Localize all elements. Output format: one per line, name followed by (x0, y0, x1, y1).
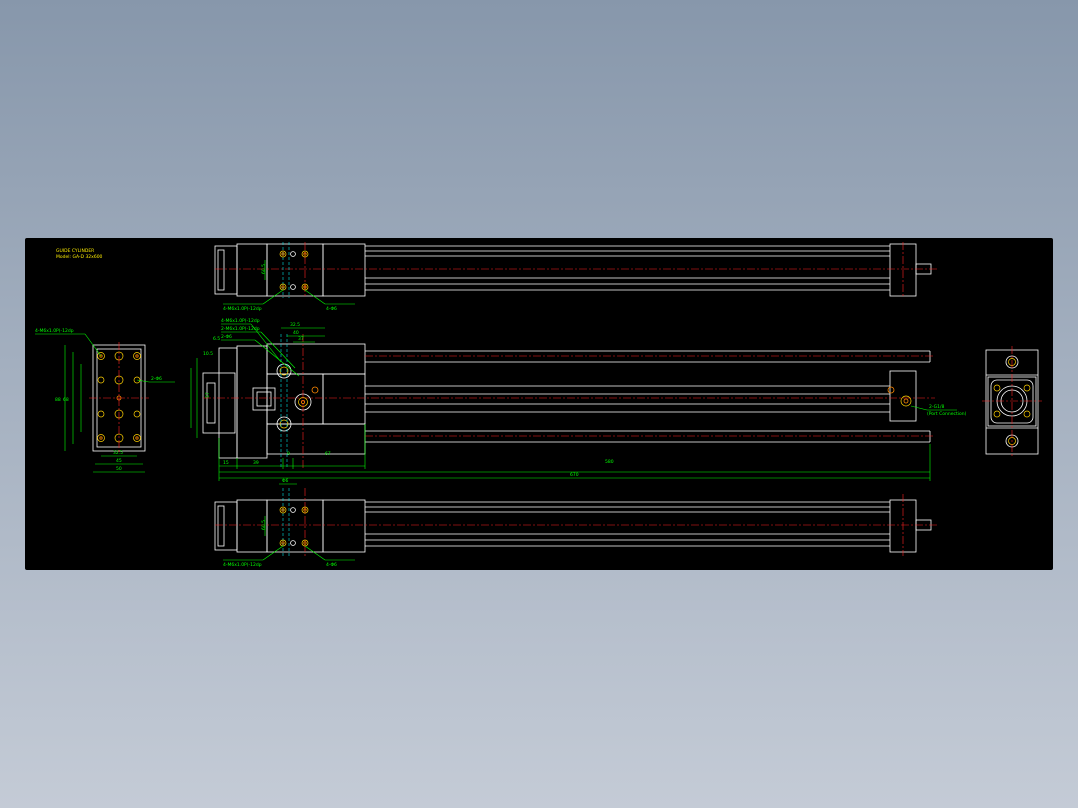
side-dim-32-5: 32.5 (113, 450, 123, 456)
end-view (982, 346, 1042, 458)
side-dim-88: 88 (55, 397, 61, 403)
dim-37: 37 (298, 336, 304, 342)
dim-670: 670 (570, 472, 579, 478)
bottom-dim-top: Φ6 (282, 478, 289, 484)
dim-10-5: 10.5 (203, 351, 213, 357)
top-note-right: 4-Φ6 (326, 306, 337, 312)
front-note-a: 4-M6x1.0P(-12dp (221, 318, 260, 324)
top-view: 60.5 4-M6x1.0P(-12dp 4-Φ6 (214, 242, 937, 312)
top-dim-vertical: 60.5 (261, 264, 267, 274)
side-view: 88 68 32.5 45 50 4-M6x1.0P(-12dp 2-Φ6 (35, 328, 175, 473)
title-line-2: Model: GA-D 32x600 (56, 254, 103, 260)
front-note-b: 2-M6x1.0P(-12dp (221, 326, 260, 332)
bottom-view: Φ6 60.5 4-M6x1.0P(-12dp 4-Φ6 (214, 478, 937, 568)
front-note-c: 2-Φ6 (221, 334, 232, 340)
title-line-1: GUIDE CYLINDER (56, 248, 94, 254)
dim-57: 57 (205, 392, 211, 398)
front-note-port: 2-G1/8 (929, 404, 945, 410)
cad-drawing-sheet[interactable]: GUIDE CYLINDER Model: GA-D 32x600 60.5 4… (25, 238, 1053, 570)
dim-580: 580 (605, 459, 614, 465)
side-note-right: 2-Φ6 (151, 376, 162, 382)
side-dim-50: 50 (116, 466, 122, 472)
dim-15: 15 (223, 460, 229, 466)
side-dim-68: 68 (63, 397, 69, 403)
cad-drawing-canvas: GUIDE CYLINDER Model: GA-D 32x600 60.5 4… (35, 242, 1042, 568)
bottom-note-right: 4-Φ6 (326, 562, 337, 568)
dim-39: 39 (253, 460, 259, 466)
bottom-dim-vertical: 60.5 (261, 520, 267, 530)
dim-32-5: 32.5 (290, 322, 300, 328)
top-note-left: 4-M6x1.0P(-12dp (223, 306, 262, 312)
dim-67: 67 (325, 451, 331, 457)
side-note-left: 4-M6x1.0P(-12dp (35, 328, 74, 334)
front-note-port-sub: (Port Connection) (927, 411, 967, 417)
dim-6-5: 6.5 (213, 336, 220, 342)
dim-40: 40 (293, 330, 299, 336)
side-dim-45: 45 (116, 458, 122, 464)
dim-9: 9 (287, 451, 290, 457)
bottom-note-left: 4-M6x1.0P(-12dp (223, 562, 262, 568)
front-view: 32.5 40 37 15 39 9 67 580 670 10.5 6.5 5… (190, 318, 967, 481)
title-block: GUIDE CYLINDER Model: GA-D 32x600 (56, 248, 103, 260)
